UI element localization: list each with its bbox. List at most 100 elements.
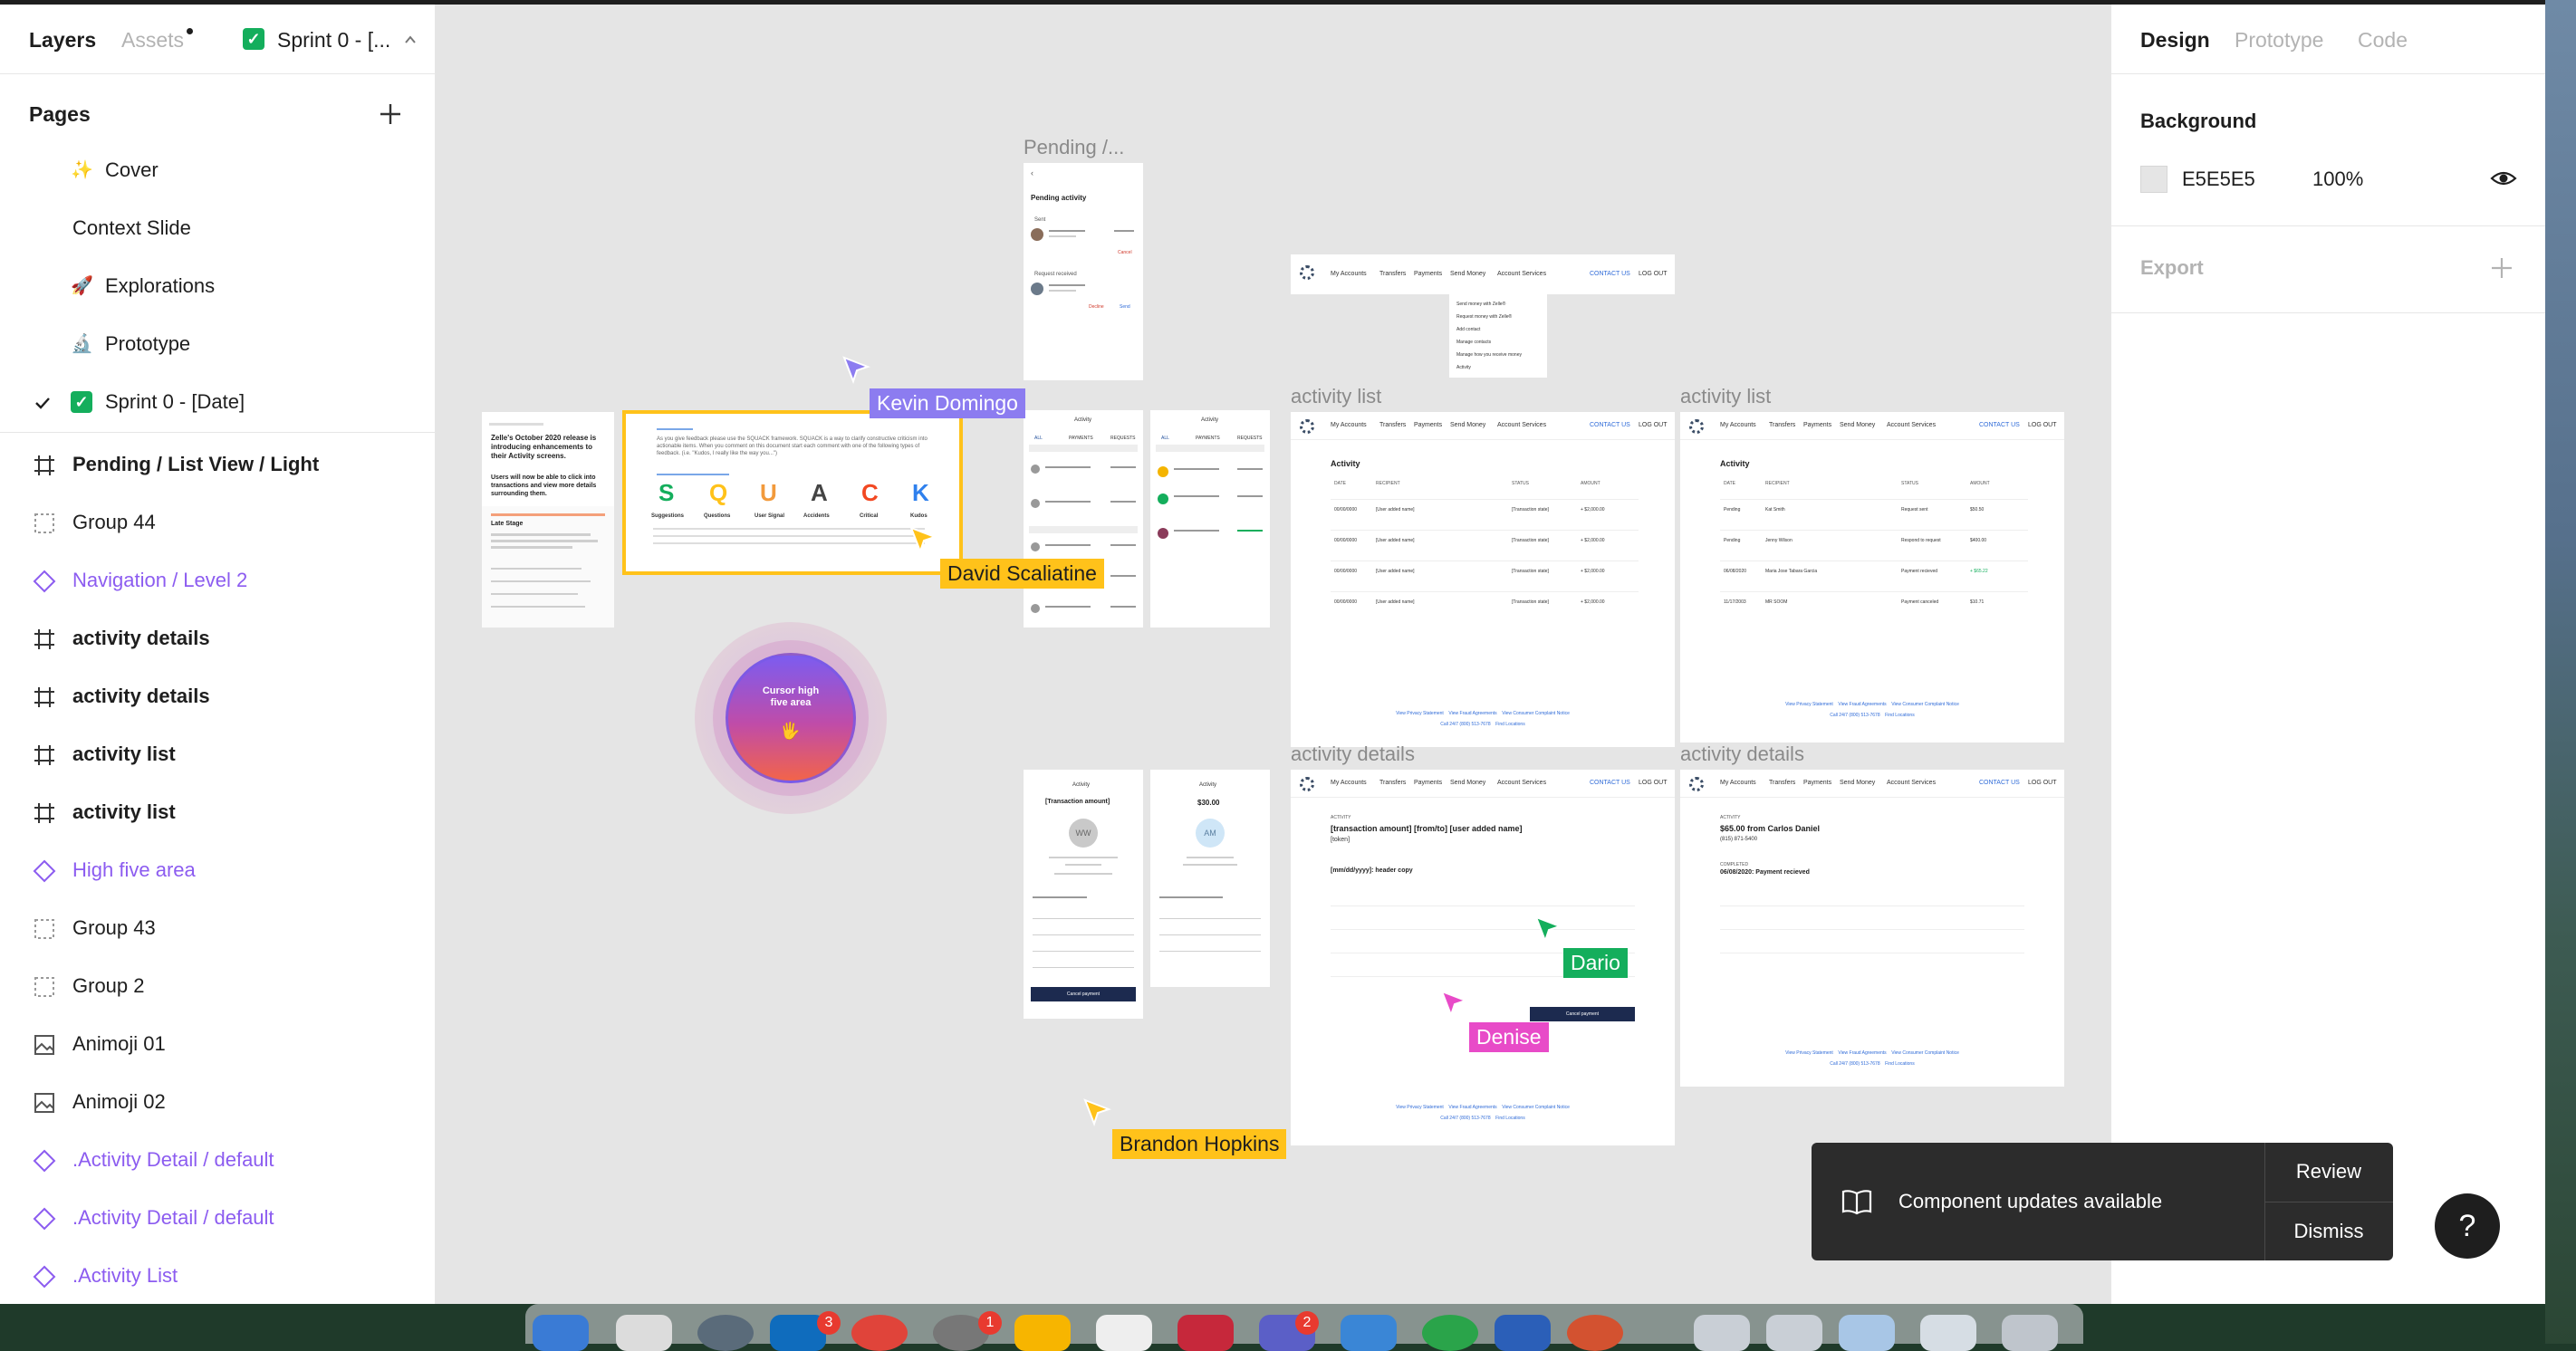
app-icon[interactable] bbox=[1096, 1315, 1152, 1351]
layer-item[interactable]: Group 2 bbox=[0, 958, 435, 1016]
bank-logo-icon bbox=[1300, 419, 1314, 434]
pending-list-frame[interactable]: ‹ Pending activity Sent Cancel Request r… bbox=[1024, 163, 1143, 380]
table-row[interactable]: 00/00/0000 [User added name] [Transactio… bbox=[1331, 591, 1639, 619]
folder-icon[interactable] bbox=[1839, 1315, 1895, 1351]
layer-item[interactable]: activity details bbox=[0, 610, 435, 668]
page-item-cover[interactable]: ✨ Cover bbox=[0, 143, 435, 201]
background-hex-input[interactable]: E5E5E5 bbox=[2182, 168, 2255, 191]
footer-links[interactable]: View Privacy Statement View Fraud Agreem… bbox=[1680, 1050, 2064, 1056]
frame-label-activity-list-2[interactable]: activity list bbox=[1680, 385, 1771, 408]
frame-label-activity-details-1[interactable]: activity details bbox=[1291, 743, 1415, 766]
layer-item[interactable]: activity list bbox=[0, 784, 435, 842]
layer-item[interactable]: Pending / List View / Light bbox=[0, 436, 435, 494]
layer-item[interactable]: Animoji 02 bbox=[0, 1074, 435, 1132]
layer-item[interactable]: .Activity Detail / default bbox=[0, 1190, 435, 1248]
page-item-prototype[interactable]: 🔬 Prototype bbox=[0, 317, 435, 375]
layer-item[interactable]: Group 43 bbox=[0, 900, 435, 958]
table-row[interactable]: 11/17/2003 MR SOOM Payment canceled $10.… bbox=[1720, 591, 2028, 619]
table-row[interactable]: 00/00/0000 [User added name] [Transactio… bbox=[1331, 530, 1639, 558]
tab-assets[interactable]: Assets bbox=[121, 28, 184, 53]
layer-item[interactable]: .Activity Detail / default bbox=[0, 1132, 435, 1190]
cancel-payment-button[interactable]: Cancel payment bbox=[1530, 1007, 1635, 1021]
add-export-icon[interactable] bbox=[2490, 256, 2514, 280]
table-row[interactable]: Pending Jenny Wilson Respond to request … bbox=[1720, 530, 2028, 558]
bank-logo-icon bbox=[1689, 777, 1704, 791]
component-instance-icon bbox=[33, 1265, 56, 1289]
help-button[interactable]: ? bbox=[2435, 1193, 2500, 1259]
file-title[interactable]: Sprint 0 - [... bbox=[277, 28, 390, 53]
tab-code[interactable]: Code bbox=[2358, 28, 2408, 53]
background-swatch[interactable] bbox=[2140, 166, 2167, 193]
footer-call[interactable]: Call 24/7 (800) 513-7678 Find Locations bbox=[1291, 722, 1675, 727]
context-slide-frame[interactable]: Zelle's October 2020 release is introduc… bbox=[482, 412, 614, 628]
table-row[interactable]: Pending Kat Smith Request sent $50.50 bbox=[1720, 499, 2028, 527]
layer-item[interactable]: .Activity List bbox=[0, 1248, 435, 1304]
footer-call[interactable]: Call 24/7 (800) 513-7678 Find Locations bbox=[1291, 1116, 1675, 1121]
app-icon[interactable] bbox=[616, 1315, 672, 1351]
high-five-area[interactable]: Cursor high five area 🖐 bbox=[695, 622, 887, 814]
chevron-up-icon[interactable] bbox=[404, 34, 417, 46]
folder-icon[interactable] bbox=[1920, 1315, 1976, 1351]
page-item-context-slide[interactable]: Context Slide bbox=[0, 201, 435, 259]
page-item-sprint-0[interactable]: ✓ Sprint 0 - [Date] bbox=[0, 375, 435, 433]
activity-list-frame-2[interactable]: My Accounts Transfers Payments Send Mone… bbox=[1680, 412, 2064, 743]
tab-design[interactable]: Design bbox=[2140, 28, 2210, 53]
pending-title: Pending activity bbox=[1031, 194, 1087, 202]
sketch-icon[interactable] bbox=[1014, 1315, 1071, 1351]
layer-item[interactable]: Navigation / Level 2 bbox=[0, 552, 435, 610]
background-opacity-input[interactable]: 100% bbox=[2312, 168, 2363, 191]
pending-decline-link[interactable]: Decline bbox=[1089, 304, 1104, 310]
figma-icon[interactable] bbox=[1177, 1315, 1234, 1351]
frame-label-pending[interactable]: Pending /... bbox=[1024, 136, 1124, 159]
pending-send-link[interactable]: Send bbox=[1120, 304, 1130, 310]
calendar-icon[interactable] bbox=[1341, 1315, 1397, 1351]
finder-icon[interactable] bbox=[533, 1315, 589, 1351]
eye-icon[interactable] bbox=[2490, 168, 2517, 189]
layer-item[interactable]: Animoji 01 bbox=[0, 1016, 435, 1074]
mobile-activity-frame-2[interactable]: Activity ALL PAYMENTS REQUESTS bbox=[1150, 410, 1270, 628]
powerpoint-icon[interactable] bbox=[1567, 1315, 1623, 1351]
app-icon[interactable] bbox=[1422, 1315, 1478, 1351]
footer-call[interactable]: Call 24/7 (800) 513-7678 Find Locations bbox=[1680, 1061, 2064, 1067]
activity-list-frame-1[interactable]: My Accounts Transfers Payments Send Mone… bbox=[1291, 412, 1675, 747]
pending-cancel-link[interactable]: Cancel bbox=[1118, 250, 1132, 255]
squack-letter-u: U bbox=[760, 479, 777, 506]
review-button[interactable]: Review bbox=[2264, 1143, 2393, 1201]
cursor-label-david: David Scaliatine bbox=[940, 559, 1104, 589]
navigation-level-2-frame[interactable]: My Accounts Transfers Payments Send Mone… bbox=[1291, 254, 1675, 294]
frame-label-activity-list-1[interactable]: activity list bbox=[1291, 385, 1381, 408]
activity-table-header: DATE RECIPIENT STATUS AMOUNT bbox=[1334, 481, 1600, 486]
footer-links[interactable]: View Privacy Statement View Fraud Agreem… bbox=[1680, 702, 2064, 707]
mobile-activity-frame-1[interactable]: Activity ALL PAYMENTS REQUESTS bbox=[1024, 410, 1143, 628]
layer-item[interactable]: Group 44 bbox=[0, 494, 435, 552]
page-item-explorations[interactable]: 🚀 Explorations bbox=[0, 259, 435, 317]
footer-links[interactable]: View Privacy Statement View Fraud Agreem… bbox=[1291, 1105, 1675, 1110]
canvas[interactable]: Zelle's October 2020 release is introduc… bbox=[435, 5, 2110, 1304]
layer-item[interactable]: activity details bbox=[0, 668, 435, 726]
mobile-detail-frame-1[interactable]: Activity [Transaction amount] WW Cancel … bbox=[1024, 770, 1143, 1019]
nav-dropdown[interactable]: Send money with Zelle® Request money wit… bbox=[1449, 294, 1547, 378]
trash-icon[interactable] bbox=[2002, 1315, 2058, 1351]
add-page-icon[interactable] bbox=[379, 102, 402, 126]
cancel-payment-button[interactable]: Cancel payment bbox=[1031, 987, 1136, 1001]
table-row[interactable]: 00/00/0000 [User added name] [Transactio… bbox=[1331, 561, 1639, 589]
chrome-icon[interactable] bbox=[851, 1315, 908, 1351]
mobile-detail-frame-2[interactable]: Activity $30.00 AM bbox=[1150, 770, 1270, 987]
layer-item[interactable]: High five area bbox=[0, 842, 435, 900]
safari-icon[interactable] bbox=[697, 1315, 754, 1351]
dismiss-button[interactable]: Dismiss bbox=[2264, 1202, 2393, 1260]
activity-details-frame-2[interactable]: My Accounts Transfers Payments Send Mone… bbox=[1680, 770, 2064, 1087]
frame-label-activity-details-2[interactable]: activity details bbox=[1680, 743, 1804, 766]
layer-item[interactable]: activity list bbox=[0, 726, 435, 784]
app-icon[interactable] bbox=[1766, 1315, 1822, 1351]
tab-prototype[interactable]: Prototype bbox=[2235, 28, 2323, 53]
component-instance-icon bbox=[33, 1207, 56, 1231]
table-row[interactable]: 06/08/2020 Maria Jose Tabara Garcia Paym… bbox=[1720, 561, 2028, 589]
footer-links[interactable]: View Privacy Statement View Fraud Agreem… bbox=[1291, 711, 1675, 716]
avatar: WW bbox=[1069, 819, 1098, 848]
tab-layers[interactable]: Layers bbox=[29, 28, 96, 53]
table-row[interactable]: 00/00/0000 [User added name] [Transactio… bbox=[1331, 499, 1639, 527]
app-icon[interactable] bbox=[1694, 1315, 1750, 1351]
word-icon[interactable] bbox=[1495, 1315, 1551, 1351]
footer-call[interactable]: Call 24/7 (800) 513-7678 Find Locations bbox=[1680, 713, 2064, 718]
